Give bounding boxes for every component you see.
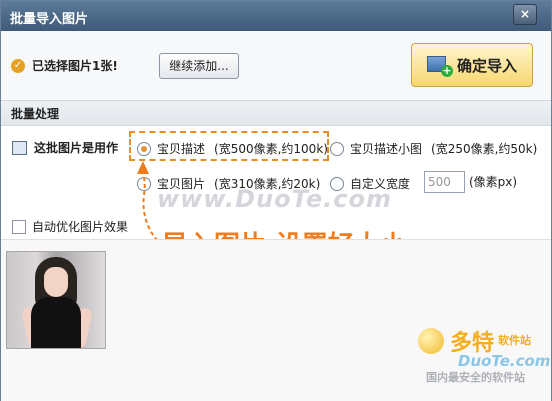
watermark-logo: 多特 软件站 DuoTe.com 国内最安全的软件站 [418, 324, 551, 386]
watermark-brand-suffix: 软件站 [498, 334, 531, 347]
batch-section-header: 批量处理 [1, 100, 551, 126]
option-small-image[interactable]: 宝贝描述小图 (宽250像素,约50k) [330, 140, 537, 157]
selected-count-text: 已选择图片1张! [32, 59, 118, 73]
radio-selected[interactable] [137, 141, 151, 156]
auto-optimize-label: 自动优化图片效果 [32, 220, 129, 234]
radio[interactable] [330, 141, 344, 156]
image-thumbnail[interactable] [6, 251, 106, 349]
title-bar: 批量导入图片 × [1, 1, 551, 31]
watermark-domain: DuoTe.com [458, 352, 551, 370]
image-add-icon: + [426, 54, 453, 77]
option-small-image-detail: (宽250像素,约50k) [431, 142, 538, 156]
confirm-import-button[interactable]: + 确定导入 [411, 43, 533, 87]
close-button[interactable]: × [513, 4, 537, 25]
selection-status: ✓ 已选择图片1张! [11, 57, 118, 74]
continue-add-button[interactable]: 继续添加... [159, 53, 239, 79]
logo-orb-icon [418, 328, 444, 354]
check-circle-icon: ✓ [11, 58, 25, 73]
watermark-url: www.DuoTe.com [157, 185, 392, 213]
selection-area: ✓ 已选择图片1张! 继续添加... + 确定导入 [1, 31, 551, 99]
confirm-import-label: 确定导入 [456, 56, 517, 75]
auto-optimize-checkbox[interactable] [12, 220, 26, 234]
usage-label: 这批图片是用作 [34, 141, 119, 155]
option-description[interactable]: 宝贝描述 (宽500像素,约100k) [137, 140, 328, 157]
image-icon [12, 141, 27, 155]
option-description-detail: (宽500像素,约100k) [214, 142, 328, 156]
batch-section-title: 批量处理 [11, 107, 60, 121]
watermark-slogan: 国内最安全的软件站 [426, 371, 525, 384]
batch-import-dialog: 批量导入图片 × ✓ 已选择图片1张! 继续添加... + 确定导入 批量处理 … [0, 0, 552, 401]
close-icon: × [519, 7, 531, 21]
option-description-label: 宝贝描述 [157, 142, 206, 156]
dialog-title: 批量导入图片 [10, 12, 89, 27]
custom-width-input[interactable]: 500 [424, 171, 465, 193]
option-small-image-label: 宝贝描述小图 [350, 142, 423, 156]
custom-width-unit: (像素px) [469, 175, 518, 189]
